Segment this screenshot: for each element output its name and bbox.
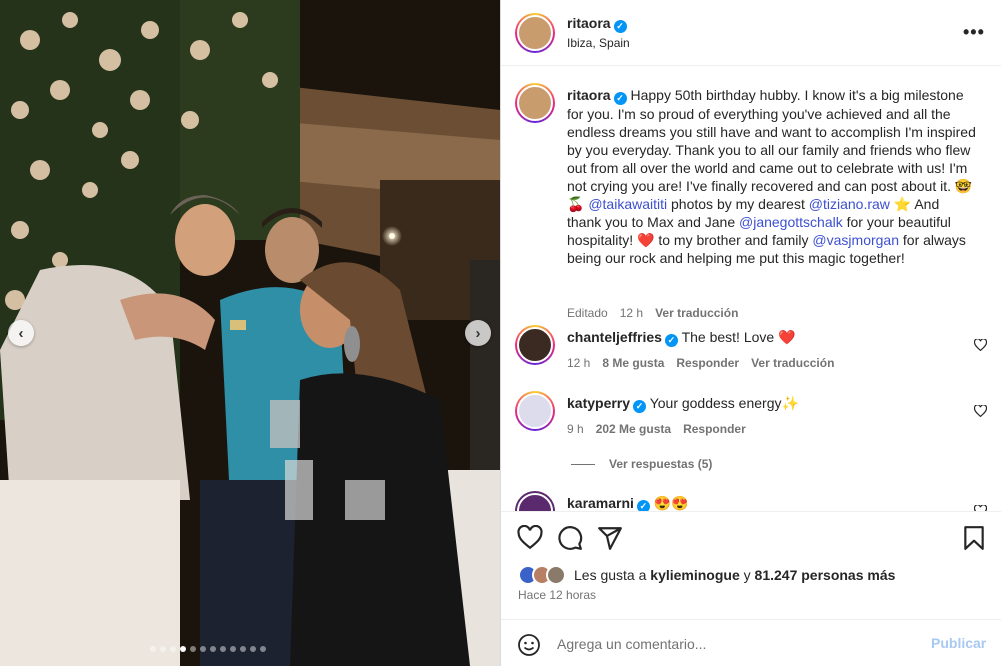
verified-badge-icon: ✓ [613, 20, 627, 33]
comment-text-row: chanteljeffries ✓ The best! Love ❤️ [567, 328, 977, 347]
likes-summary: Les gusta a kylieminogue y 81.247 person… [518, 565, 895, 585]
reply-button[interactable]: Responder [676, 356, 739, 370]
verified-badge-icon: ✓ [633, 400, 647, 413]
comment-text: Your goddess energy✨ [649, 395, 799, 411]
carousel-indicator [150, 646, 266, 652]
mention-link[interactable]: @janegottschalk [739, 214, 843, 230]
carousel-dot [190, 646, 196, 652]
commenter-avatar[interactable] [515, 491, 555, 511]
carousel-dot [240, 646, 246, 652]
commenter-username[interactable]: chanteljeffries [567, 329, 662, 345]
caption-translate-link[interactable]: Ver traducción [655, 306, 738, 320]
carousel-dot [200, 646, 206, 652]
mention-link[interactable]: @vasjmorgan [812, 232, 899, 248]
carousel-dot [160, 646, 166, 652]
caption-author-avatar[interactable] [515, 83, 555, 123]
comment-text: 😍😍 [653, 495, 689, 511]
comment-meta: 12 h 8 Me gusta Responder Ver traducción [567, 356, 834, 370]
comment-likes[interactable]: 8 Me gusta [602, 356, 664, 370]
likes-connector: y [743, 567, 751, 583]
caption-text: ritaora ✓ Happy 50th birthday hubby. I kn… [567, 86, 977, 267]
comment-input[interactable] [557, 634, 917, 654]
edited-label: Editado [567, 306, 608, 320]
comment-time[interactable]: 12 h [567, 356, 590, 370]
party-photo-image [0, 0, 500, 666]
chevron-right-icon: › [475, 324, 481, 342]
view-replies-label: Ver respuestas (5) [609, 457, 713, 471]
verified-badge-icon: ✓ [613, 92, 627, 105]
post-details-panel: ritaora ✓ Ibiza, Spain ••• ritaora ✓ Happy… [500, 0, 1001, 666]
post-photo[interactable]: ‹ › [0, 0, 500, 666]
comment-translate-link[interactable]: Ver traducción [751, 356, 834, 370]
comment-text: The best! Love ❤️ [681, 329, 796, 345]
carousel-dot [260, 646, 266, 652]
comment-like-heart-icon[interactable] [974, 339, 987, 351]
carousel-dot [250, 646, 256, 652]
liker-avatar[interactable] [546, 565, 566, 585]
caption-part: photos by my dearest [667, 196, 809, 212]
carousel-dot [210, 646, 216, 652]
caption-part: Happy 50th birthday hubby. I know it's a… [567, 87, 976, 212]
reply-button[interactable]: Responder [683, 422, 746, 436]
author-avatar[interactable] [515, 13, 555, 53]
comment-icon[interactable] [557, 525, 583, 551]
carousel-dot [150, 646, 156, 652]
emoji-icon[interactable] [517, 633, 541, 657]
verified-badge-icon: ✓ [664, 334, 678, 347]
post-time[interactable]: Hace 12 horas [518, 588, 596, 602]
carousel-dot [180, 646, 186, 652]
view-replies-button[interactable]: Ver respuestas (5) [571, 457, 712, 471]
comment-meta: 9 h 202 Me gusta Responder [567, 422, 746, 436]
verified-badge-icon: ✓ [636, 500, 650, 511]
caption-time[interactable]: 12 h [620, 306, 643, 320]
commenter-avatar[interactable] [515, 391, 555, 431]
mention-link[interactable]: @taikawaititi [588, 196, 667, 212]
comment-text-row: katyperry ✓ Your goddess energy✨ [567, 394, 977, 413]
add-comment-bar: Publicar [501, 619, 1001, 666]
carousel-dot [220, 646, 226, 652]
replies-divider [571, 463, 595, 465]
more-options-icon[interactable]: ••• [963, 22, 985, 43]
carousel-dot [170, 646, 176, 652]
post-header: ritaora ✓ Ibiza, Spain ••• [501, 0, 1001, 66]
publish-button[interactable]: Publicar [931, 635, 986, 651]
carousel-dot [230, 646, 236, 652]
commenter-avatar[interactable] [515, 325, 555, 365]
likes-text: Les gusta a kylieminogue y 81.247 person… [574, 567, 895, 583]
liker-username[interactable]: kylieminogue [650, 567, 739, 583]
author-username-row: ritaora ✓ [567, 15, 627, 33]
share-icon[interactable] [597, 525, 623, 551]
comment-like-heart-icon[interactable] [974, 405, 987, 417]
next-photo-button[interactable]: › [465, 320, 491, 346]
comments-section[interactable]: ritaora ✓ Happy 50th birthday hubby. I kn… [501, 67, 1001, 511]
author-username[interactable]: ritaora [567, 15, 611, 31]
mention-link[interactable]: @tiziano.raw [809, 196, 890, 212]
previous-photo-button[interactable]: ‹ [8, 320, 34, 346]
likes-prefix: Les gusta a [574, 567, 647, 583]
post-actions: Les gusta a kylieminogue y 81.247 person… [501, 511, 1001, 666]
commenter-username[interactable]: katyperry [567, 395, 630, 411]
heart-icon[interactable] [517, 525, 543, 551]
caption-username[interactable]: ritaora [567, 87, 611, 103]
comment-text-row: karamarni ✓ 😍😍 [567, 494, 977, 511]
caption-meta: Editado 12 h Ver traducción [567, 306, 738, 320]
comment-likes[interactable]: 202 Me gusta [596, 422, 671, 436]
bookmark-icon[interactable] [961, 525, 987, 551]
likes-count-link[interactable]: 81.247 personas más [755, 567, 896, 583]
comment-time[interactable]: 9 h [567, 422, 584, 436]
commenter-username[interactable]: karamarni [567, 495, 634, 511]
chevron-left-icon: ‹ [18, 324, 24, 342]
instagram-post-modal: ‹ › ritaora✓ Ibiza, Spain ••• ritaora✓ [0, 0, 1001, 666]
post-location[interactable]: Ibiza, Spain [567, 36, 630, 50]
